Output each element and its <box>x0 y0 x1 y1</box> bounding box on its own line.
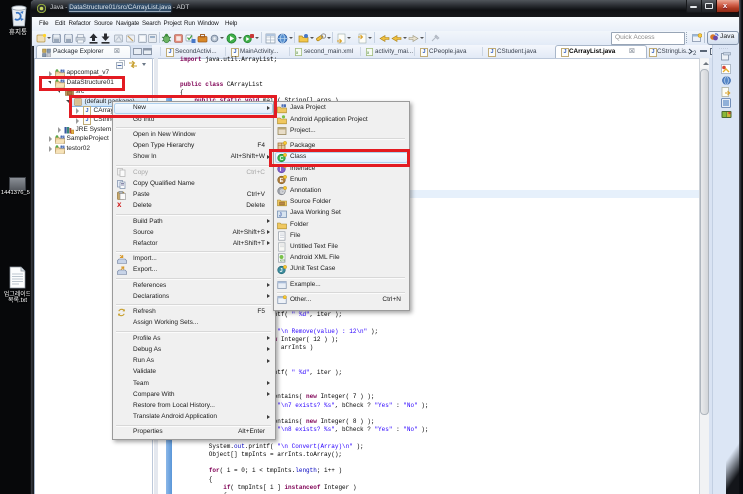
svg-text:J: J <box>279 212 282 218</box>
svg-text:J: J <box>279 268 282 274</box>
svg-text:xml: xml <box>279 259 285 263</box>
svg-text:J: J <box>62 69 64 73</box>
svg-text:J: J <box>62 145 64 149</box>
svg-text:E: E <box>279 178 283 184</box>
svg-text:@: @ <box>279 189 285 195</box>
svg-text:2: 2 <box>693 51 697 56</box>
svg-text:J: J <box>62 135 64 139</box>
